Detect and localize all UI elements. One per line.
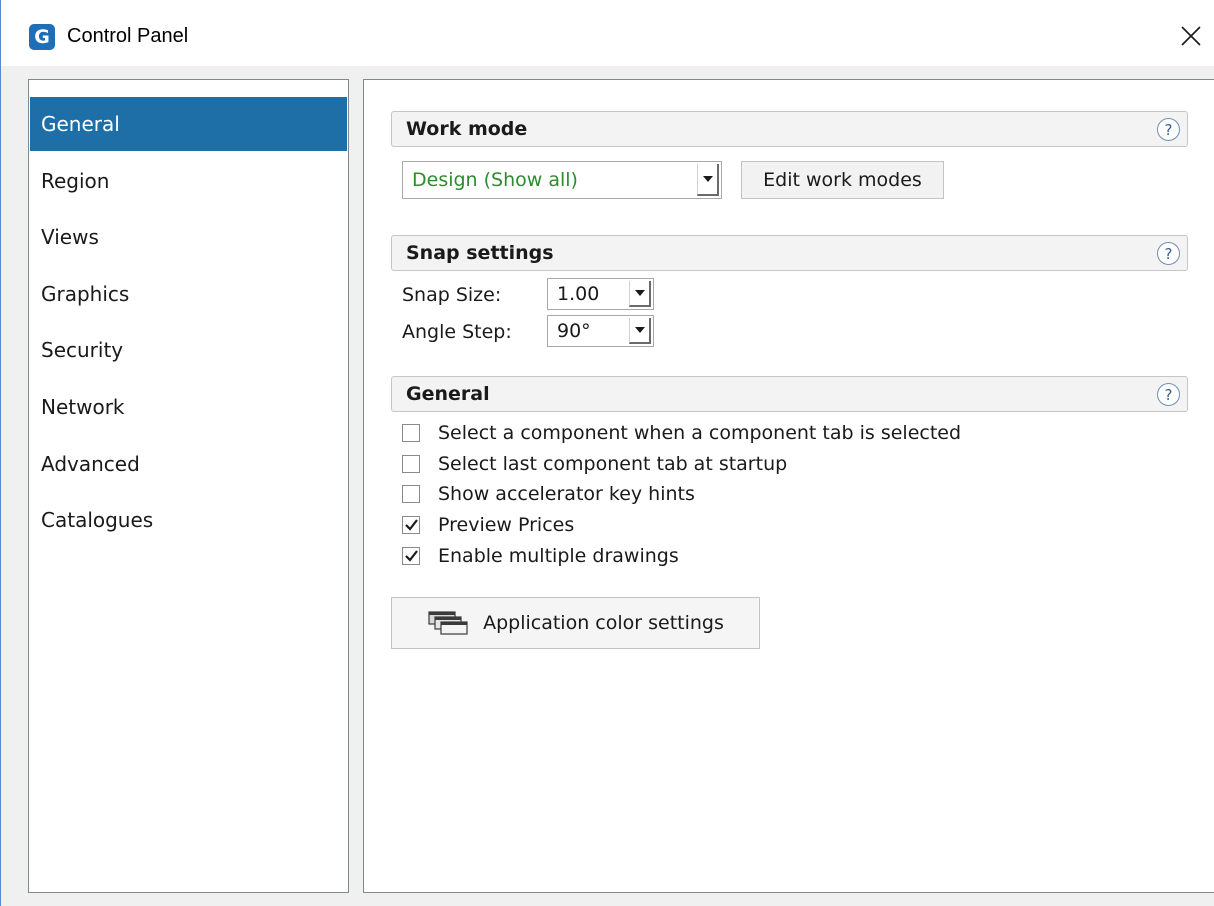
checkbox[interactable] — [402, 424, 420, 442]
color-windows-icon — [428, 611, 468, 635]
work-mode-header: Work mode ? — [391, 111, 1188, 147]
snap-size-dropdown[interactable]: 1.00 — [547, 278, 654, 310]
work-mode-value: Design (Show all) — [412, 169, 578, 191]
help-icon: ? — [1164, 244, 1173, 263]
work-mode-dropdown-arrow[interactable] — [697, 164, 719, 196]
edit-work-modes-button[interactable]: Edit work modes — [741, 161, 944, 199]
checkbox[interactable] — [402, 516, 420, 534]
option-label: Select a component when a component tab … — [438, 422, 962, 444]
option-label: Select last component tab at startup — [438, 453, 788, 475]
control-panel-window: G Control Panel General Region Views Gra… — [0, 0, 1214, 906]
general-help-button[interactable]: ? — [1157, 383, 1180, 406]
category-list[interactable]: General Region Views Graphics Security N… — [28, 79, 349, 893]
work-mode-dropdown[interactable]: Design (Show all) — [402, 161, 722, 199]
angle-step-dropdown[interactable]: 90° — [547, 315, 654, 347]
client-area: General Region Views Graphics Security N… — [1, 66, 1214, 906]
option-select-last-tab[interactable]: Select last component tab at startup — [402, 451, 787, 477]
option-label: Preview Prices — [438, 514, 575, 536]
application-color-settings-label: Application color settings — [483, 612, 724, 634]
snap-size-label: Snap Size: — [402, 284, 502, 306]
snap-settings-help-button[interactable]: ? — [1157, 242, 1180, 265]
sidebar-item-advanced[interactable]: Advanced — [30, 437, 347, 491]
title-bar[interactable]: G Control Panel — [1, 0, 1214, 66]
application-color-settings-button[interactable]: Application color settings — [391, 597, 760, 649]
checkbox[interactable] — [402, 547, 420, 565]
app-logo-icon: G — [29, 24, 55, 50]
chevron-down-icon — [634, 327, 645, 333]
checkbox[interactable] — [402, 455, 420, 473]
angle-step-label: Angle Step: — [402, 321, 512, 343]
checkmark-icon — [404, 519, 418, 531]
snap-settings-header: Snap settings ? — [391, 235, 1188, 271]
angle-step-value: 90° — [557, 320, 591, 342]
option-accelerator-hints[interactable]: Show accelerator key hints — [402, 481, 695, 507]
settings-panel: Work mode ? Design (Show all) Edit work … — [363, 79, 1214, 893]
sidebar-item-network[interactable]: Network — [30, 380, 347, 434]
help-icon: ? — [1164, 120, 1173, 139]
sidebar-item-general[interactable]: General — [30, 97, 347, 151]
snap-size-dropdown-arrow[interactable] — [629, 281, 651, 307]
option-label: Show accelerator key hints — [438, 483, 695, 505]
sidebar-item-catalogues[interactable]: Catalogues — [30, 493, 347, 547]
option-preview-prices[interactable]: Preview Prices — [402, 512, 574, 538]
help-icon: ? — [1164, 385, 1173, 404]
snap-size-value: 1.00 — [557, 283, 600, 305]
chevron-down-icon — [702, 176, 713, 182]
sidebar-item-views[interactable]: Views — [30, 210, 347, 264]
option-multiple-drawings[interactable]: Enable multiple drawings — [402, 543, 679, 569]
sidebar-item-region[interactable]: Region — [30, 154, 347, 208]
close-button[interactable] — [1168, 16, 1214, 56]
angle-step-dropdown-arrow[interactable] — [629, 318, 651, 344]
checkbox[interactable] — [402, 485, 420, 503]
general-title: General — [406, 383, 490, 405]
sidebar-item-security[interactable]: Security — [30, 323, 347, 377]
sidebar-item-graphics[interactable]: Graphics — [30, 267, 347, 321]
option-select-component[interactable]: Select a component when a component tab … — [402, 420, 961, 446]
option-label: Enable multiple drawings — [438, 545, 679, 567]
snap-settings-title: Snap settings — [406, 242, 554, 264]
chevron-down-icon — [634, 290, 645, 296]
checkmark-icon — [404, 550, 418, 562]
close-icon — [1181, 26, 1201, 46]
window-title: Control Panel — [67, 25, 189, 47]
general-header: General ? — [391, 376, 1188, 412]
work-mode-title: Work mode — [406, 118, 528, 140]
work-mode-help-button[interactable]: ? — [1157, 118, 1180, 141]
